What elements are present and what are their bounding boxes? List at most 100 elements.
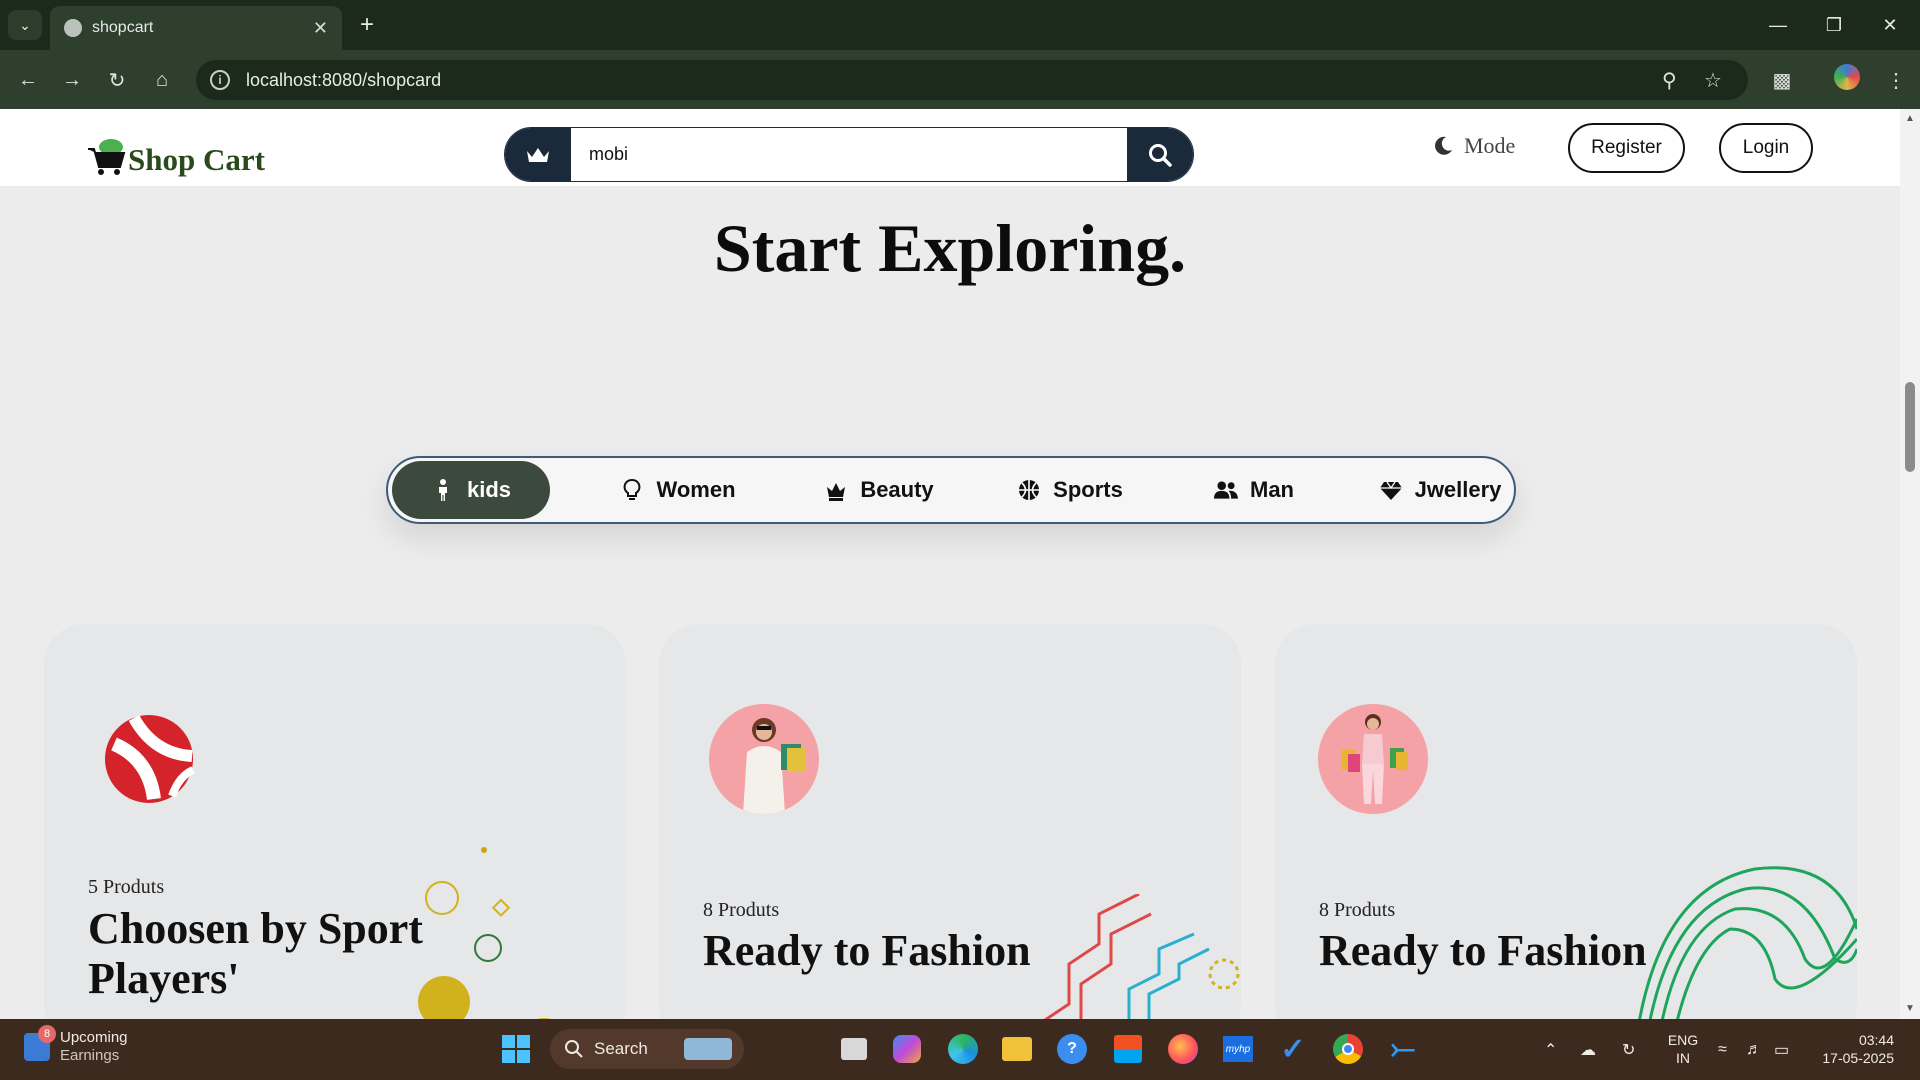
globe-icon	[64, 19, 82, 37]
register-button[interactable]: Register	[1568, 123, 1685, 173]
category-sports[interactable]: Sports	[970, 461, 1170, 519]
home-button[interactable]: ⌂	[146, 64, 178, 96]
site-logo[interactable]: Shop Cart	[86, 117, 265, 177]
search-button[interactable]	[1127, 128, 1193, 181]
crown-button[interactable]	[505, 128, 571, 181]
lang-code: ENG	[1667, 1032, 1699, 1048]
address-bar[interactable]: i localhost:8080/shopcard ⚲ ☆	[196, 60, 1748, 100]
category-kids[interactable]: kids	[392, 461, 550, 519]
back-button[interactable]: ←	[12, 64, 44, 96]
forward-button[interactable]: →	[56, 64, 88, 96]
copilot-icon[interactable]	[889, 1031, 925, 1067]
category-jwellery[interactable]: Jwellery	[1340, 461, 1540, 519]
basketball-icon	[1019, 480, 1040, 500]
browser-toolbar: ← → ↻ ⌂ i localhost:8080/shopcard ⚲ ☆ ▩ …	[0, 50, 1920, 109]
child-icon	[438, 479, 447, 501]
decorative-waves	[1638, 866, 1857, 1019]
edge-icon[interactable]	[945, 1031, 981, 1067]
theme-mode-toggle[interactable]: Mode	[1432, 133, 1515, 159]
category-man[interactable]: Man	[1154, 461, 1354, 519]
scroll-down-arrow[interactable]: ▼	[1904, 1003, 1916, 1015]
category-label: Sports	[1053, 477, 1123, 502]
start-button[interactable]	[498, 1031, 534, 1067]
tab-search-menu-button[interactable]: ⌄	[8, 10, 42, 40]
input-language[interactable]: ENG IN	[1666, 1031, 1700, 1067]
moon-icon	[1435, 136, 1452, 155]
restore-button[interactable]: ❐	[1806, 0, 1862, 50]
woman-shopping-image	[709, 704, 819, 814]
browser-tab[interactable]: shopcart ✕	[50, 6, 342, 50]
users-icon	[1214, 481, 1238, 499]
browser-menu-icon[interactable]: ⋮	[1880, 64, 1912, 96]
tab-title: shopcart	[92, 19, 154, 36]
widget-subtitle: Earnings	[60, 1047, 120, 1064]
decorative-zigzag	[1043, 894, 1240, 1019]
volume-icon[interactable]: ♬	[1746, 1019, 1762, 1080]
vscode-icon[interactable]: ⤚	[1385, 1031, 1421, 1067]
widgets-button[interactable]: 8 Upcoming Earnings	[24, 1025, 128, 1065]
product-count: 5 Produts	[88, 876, 165, 898]
page-scrollbar[interactable]: ▲ ▼	[1900, 109, 1920, 1019]
category-label: kids	[466, 477, 512, 502]
scroll-up-arrow[interactable]: ▲	[1904, 113, 1916, 125]
brand-name: Shop Cart	[128, 142, 265, 177]
todo-icon[interactable]: ✓	[1275, 1031, 1311, 1067]
clock-time: 03:44	[1858, 1032, 1894, 1048]
file-explorer-icon[interactable]	[999, 1031, 1035, 1067]
site-info-icon[interactable]: i	[210, 70, 230, 90]
product-card[interactable]: 8 Produts Ready to Fashion	[659, 624, 1241, 1019]
store-icon[interactable]	[1110, 1031, 1146, 1067]
clock-date: 17-05-2025	[1822, 1050, 1894, 1066]
scrollbar-thumb[interactable]	[1905, 382, 1915, 472]
new-tab-button[interactable]: +	[352, 10, 382, 40]
wifi-icon[interactable]: ≈	[1718, 1019, 1727, 1080]
extensions-icon[interactable]: ▩	[1766, 64, 1798, 96]
product-count: 8 Produts	[703, 899, 780, 921]
search-input[interactable]	[571, 128, 1127, 181]
battery-icon[interactable]: ▭	[1774, 1019, 1789, 1080]
login-button[interactable]: Login	[1719, 123, 1813, 173]
show-hidden-icons[interactable]: ⌃	[1544, 1019, 1557, 1080]
close-window-button[interactable]: ✕	[1862, 0, 1918, 50]
zoom-icon[interactable]: ⚲	[1662, 60, 1677, 100]
hero-title: Start Exploring.	[713, 210, 1187, 286]
category-bar: kids Women Beauty Sports Man Jwellery	[386, 456, 1516, 524]
chrome-icon[interactable]	[1330, 1031, 1366, 1067]
url-text: localhost:8080/shopcard	[246, 69, 442, 90]
minimize-button[interactable]: —	[1750, 0, 1806, 50]
search-icon	[565, 1040, 583, 1058]
sync-icon[interactable]: ↻	[1622, 1019, 1635, 1080]
help-icon[interactable]: ?	[1054, 1031, 1090, 1067]
close-tab-icon[interactable]: ✕	[313, 18, 328, 39]
category-beauty[interactable]: Beauty	[776, 461, 982, 519]
search-icon	[1149, 143, 1172, 167]
system-clock[interactable]: 03:44 17-05-2025	[1810, 1031, 1894, 1067]
category-label: Man	[1250, 477, 1294, 502]
category-women[interactable]: Women	[578, 461, 778, 519]
windows-logo-icon	[502, 1035, 530, 1063]
widget-title: Upcoming	[60, 1029, 128, 1046]
product-count: 8 Produts	[1319, 899, 1396, 921]
onedrive-icon[interactable]: ☁	[1580, 1019, 1596, 1080]
bookmark-star-icon[interactable]: ☆	[1704, 60, 1722, 100]
page-viewport: Shop Cart Mode Register Login	[0, 109, 1900, 1019]
decorative-shapes	[418, 847, 552, 1019]
category-label: Beauty	[860, 477, 934, 502]
news-icon: 8	[24, 1025, 56, 1061]
taskbar: 8 Upcoming Earnings Search ? myhp ✓ ⤚ ⌃ …	[0, 1019, 1920, 1080]
product-card[interactable]: 8 Produts Ready to Fashion	[1275, 624, 1857, 1019]
product-card[interactable]: 5 Produts Choosen by Sport Players'	[44, 624, 626, 1019]
firefox-icon[interactable]	[1165, 1031, 1201, 1067]
profile-avatar[interactable]	[1834, 64, 1860, 90]
woman-shopping-pink-image	[1318, 704, 1428, 814]
search-highlight-icon	[684, 1038, 732, 1060]
task-view-icon[interactable]	[836, 1031, 872, 1067]
shopping-cart-icon	[88, 139, 126, 175]
myhp-icon[interactable]: myhp	[1220, 1031, 1256, 1067]
gem-icon	[1379, 481, 1402, 500]
reload-button[interactable]: ↻	[101, 64, 133, 96]
notification-badge: 8	[38, 1025, 56, 1043]
mode-label: Mode	[1464, 133, 1516, 158]
taskbar-search[interactable]: Search	[550, 1029, 744, 1069]
browser-tab-bar: ⌄ shopcart ✕ + — ❐ ✕	[0, 0, 1920, 50]
